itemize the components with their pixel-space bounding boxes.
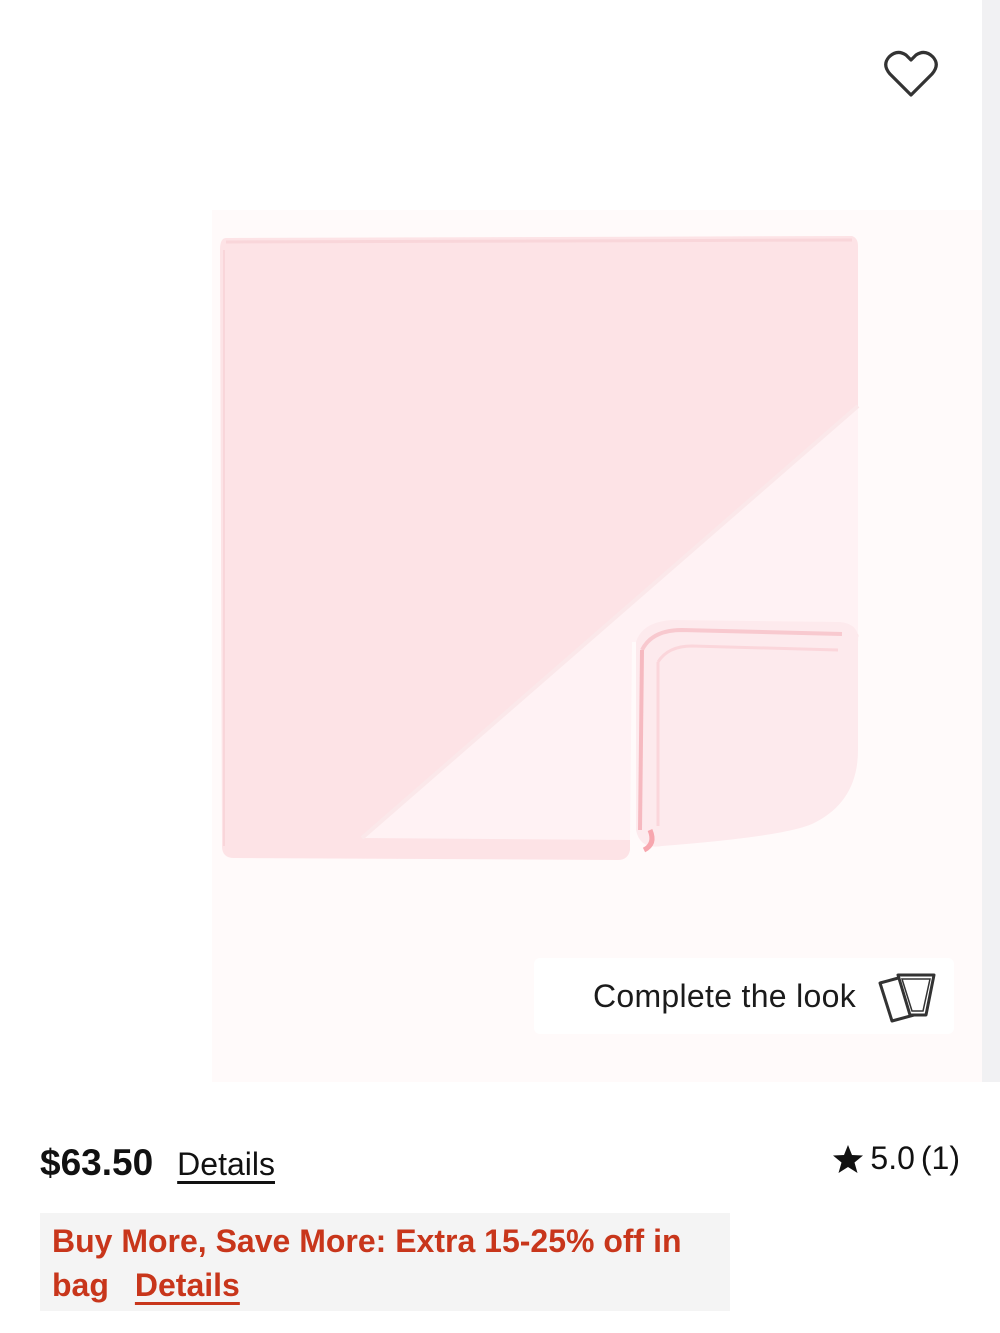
price-row: $63.50 Details 5.0 (1) — [40, 1140, 960, 1200]
promo-details-link[interactable]: Details — [135, 1267, 240, 1303]
rating[interactable]: 5.0 (1) — [832, 1140, 960, 1177]
product-price: $63.50 — [40, 1141, 154, 1183]
cards-icon — [878, 973, 936, 1023]
rating-value: 5.0 — [870, 1140, 915, 1176]
complete-the-look-button[interactable]: Complete the look — [534, 958, 954, 1034]
heart-outline-icon — [884, 50, 938, 97]
star-icon — [833, 1144, 864, 1173]
promo-banner: Buy More, Save More: Extra 15-25% off in… — [40, 1213, 730, 1311]
complete-the-look-label: Complete the look — [592, 977, 856, 1014]
favorite-button[interactable] — [880, 44, 942, 104]
price-details-link[interactable]: Details — [177, 1146, 275, 1183]
rating-count: (1) — [920, 1140, 960, 1176]
product-image[interactable] — [212, 210, 912, 910]
product-image-area[interactable]: Complete the look — [0, 0, 982, 1082]
scrollbar-track[interactable] — [982, 0, 1000, 1082]
